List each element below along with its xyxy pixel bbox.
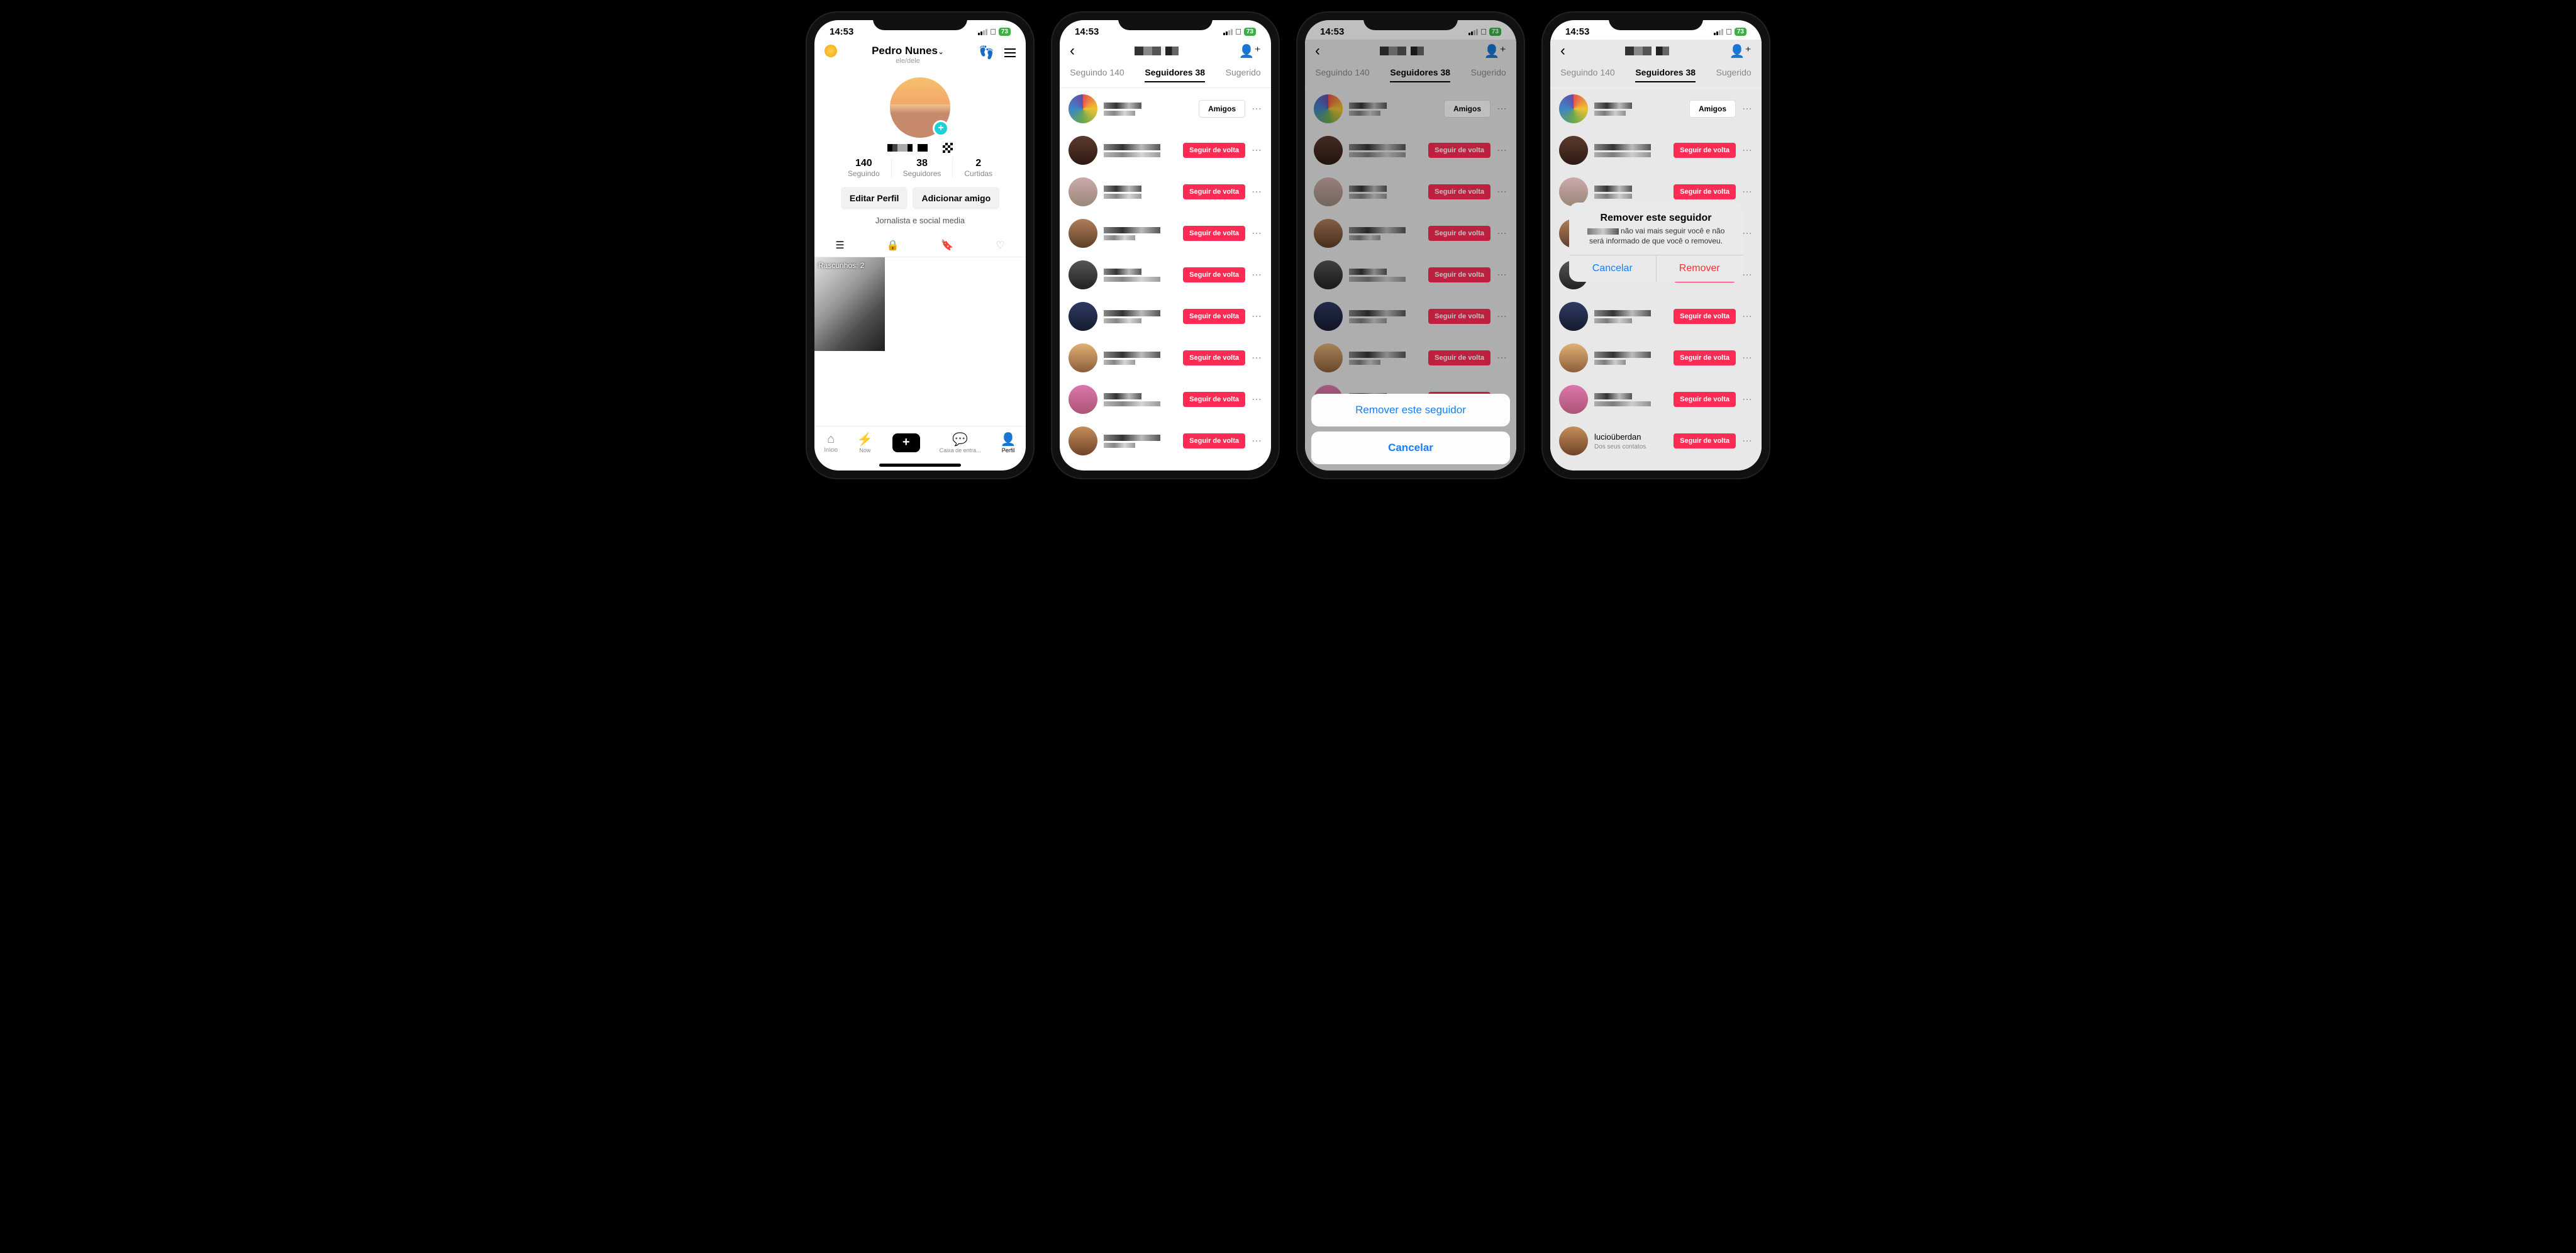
list-item[interactable]: Seguir de volta ⋯ bbox=[1060, 171, 1271, 213]
chevron-down-icon[interactable]: ⌄ bbox=[938, 47, 944, 56]
more-icon[interactable]: ⋯ bbox=[1252, 103, 1262, 115]
back-icon[interactable]: ‹ bbox=[1560, 42, 1565, 60]
friends-button[interactable]: Amigos bbox=[1199, 100, 1245, 118]
more-icon[interactable]: ⋯ bbox=[1252, 269, 1262, 281]
alert-cancel-button[interactable]: Cancelar bbox=[1569, 255, 1656, 282]
confirm-dialog: Remover este seguidor não vai mais segui… bbox=[1569, 203, 1743, 282]
more-icon[interactable]: ⋯ bbox=[1252, 393, 1262, 406]
alert-title: Remover este seguidor bbox=[1582, 213, 1730, 224]
alert-remove-button[interactable]: Remover bbox=[1656, 255, 1743, 282]
footsteps-icon[interactable]: 👣 bbox=[979, 45, 994, 60]
status-icons: 􀙇 73 bbox=[978, 27, 1011, 36]
tab-suggested[interactable]: Sugerido bbox=[1716, 67, 1752, 82]
qr-icon[interactable] bbox=[943, 143, 953, 153]
tab-followers[interactable]: Seguidores 38 bbox=[1635, 67, 1696, 82]
profile-name[interactable]: Pedro Nunes bbox=[872, 45, 938, 57]
menu-icon[interactable] bbox=[1004, 48, 1016, 57]
home-indicator[interactable] bbox=[879, 464, 961, 467]
drafts-tile[interactable]: Rascunhos: 2 bbox=[814, 257, 885, 351]
stat-likes[interactable]: 2 Curtidas bbox=[952, 158, 1004, 178]
more-icon[interactable]: ⋯ bbox=[1252, 186, 1262, 198]
remove-follower-action[interactable]: Remover este seguidor bbox=[1311, 394, 1510, 426]
tab-followers[interactable]: Seguidores 38 bbox=[1145, 67, 1205, 82]
header-username bbox=[1625, 47, 1669, 55]
more-icon[interactable]: ⋯ bbox=[1252, 352, 1262, 364]
visible-username: lucioüberdan bbox=[1594, 432, 1667, 442]
header-username bbox=[1135, 47, 1179, 55]
tab-suggested[interactable]: Sugerido bbox=[1226, 67, 1261, 82]
edit-profile-button[interactable]: Editar Perfil bbox=[841, 187, 908, 209]
list-item[interactable]: Seguir de volta ⋯ bbox=[1060, 420, 1271, 462]
list-item[interactable]: Seguir de volta ⋯ bbox=[1060, 213, 1271, 254]
nav-inbox[interactable]: 💬Caixa de entra... bbox=[940, 432, 981, 454]
follow-back-button[interactable]: Seguir de volta bbox=[1183, 184, 1245, 199]
tab-following[interactable]: Seguindo 140 bbox=[1070, 67, 1124, 82]
tab-following[interactable]: Seguindo 140 bbox=[1560, 67, 1614, 82]
list-item[interactable]: Seguir de volta ⋯ bbox=[1060, 130, 1271, 171]
follow-back-button[interactable]: Seguir de volta bbox=[1183, 309, 1245, 324]
follow-back-button[interactable]: Seguir de volta bbox=[1183, 226, 1245, 241]
list-item[interactable]: Amigos ⋯ bbox=[1060, 88, 1271, 130]
coins-icon[interactable] bbox=[824, 45, 837, 57]
list-item[interactable]: Seguir de volta ⋯ bbox=[1060, 337, 1271, 379]
stat-followers[interactable]: 38 Seguidores bbox=[891, 158, 953, 178]
pronouns: ele/dele bbox=[872, 57, 944, 65]
add-person-icon[interactable]: 👤⁺ bbox=[1239, 43, 1261, 59]
status-time: 14:53 bbox=[1565, 26, 1589, 37]
username bbox=[887, 144, 938, 152]
bio: Jornalista e social media bbox=[814, 216, 1026, 225]
list-item[interactable]: Seguir de volta ⋯ bbox=[1060, 379, 1271, 420]
status-icons: 􀙇 73 bbox=[1223, 27, 1256, 36]
status-time: 14:53 bbox=[1075, 26, 1099, 37]
status-icons: 􀙇 73 bbox=[1714, 27, 1746, 36]
more-icon[interactable]: ⋯ bbox=[1252, 144, 1262, 157]
tab-locked-icon[interactable]: 🔒 bbox=[887, 239, 899, 252]
add-story-icon[interactable]: + bbox=[933, 120, 949, 136]
more-icon[interactable]: ⋯ bbox=[1252, 435, 1262, 447]
tab-grid-icon[interactable]: ☰ bbox=[835, 239, 844, 252]
action-sheet: Remover este seguidor Cancelar bbox=[1311, 389, 1510, 464]
follow-back-button[interactable]: Seguir de volta bbox=[1183, 350, 1245, 365]
follow-back-button[interactable]: Seguir de volta bbox=[1183, 143, 1245, 158]
more-icon[interactable]: ⋯ bbox=[1252, 310, 1262, 323]
cancel-action[interactable]: Cancelar bbox=[1311, 432, 1510, 464]
nav-profile[interactable]: 👤Perfil bbox=[1001, 432, 1016, 454]
status-time: 14:53 bbox=[830, 26, 853, 37]
list-item[interactable]: Seguir de volta ⋯ bbox=[1060, 254, 1271, 296]
followers-list[interactable]: Amigos ⋯ Seguir de volta ⋯ Seguir de volta… bbox=[1060, 88, 1271, 471]
stat-following[interactable]: 140 Seguindo bbox=[836, 158, 891, 178]
add-friend-button[interactable]: Adicionar amigo bbox=[913, 187, 999, 209]
follow-back-button[interactable]: Seguir de volta bbox=[1183, 433, 1245, 448]
tab-liked-icon[interactable]: ♡ bbox=[996, 239, 1004, 252]
nav-create[interactable]: + bbox=[892, 433, 920, 452]
add-person-icon[interactable]: 👤⁺ bbox=[1729, 43, 1752, 59]
more-icon[interactable]: ⋯ bbox=[1252, 227, 1262, 240]
follow-back-button[interactable]: Seguir de volta bbox=[1183, 392, 1245, 407]
nav-now[interactable]: ⚡Now bbox=[857, 432, 873, 454]
back-icon[interactable]: ‹ bbox=[1070, 42, 1075, 60]
follow-back-button[interactable]: Seguir de volta bbox=[1183, 267, 1245, 282]
tab-bookmarks-icon[interactable]: 🔖 bbox=[941, 239, 953, 252]
list-item[interactable]: Seguir de volta ⋯ bbox=[1060, 296, 1271, 337]
nav-home[interactable]: ⌂Início bbox=[824, 432, 838, 453]
alert-message: não vai mais seguir você e não será info… bbox=[1582, 226, 1730, 246]
